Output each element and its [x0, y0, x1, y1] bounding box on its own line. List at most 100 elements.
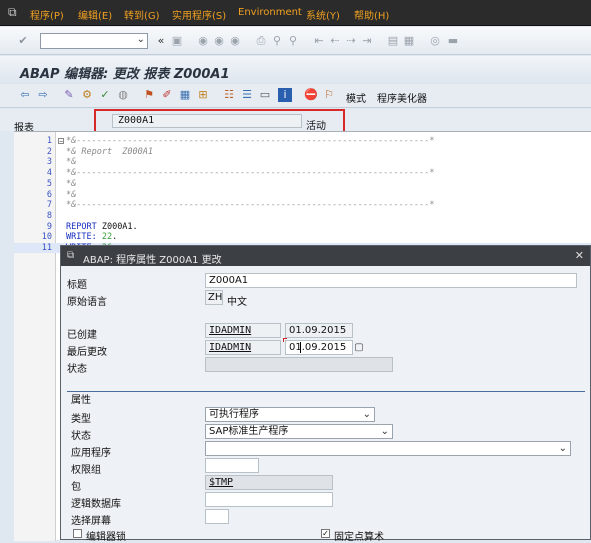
edit-lock-checkbox[interactable] [73, 529, 82, 538]
menu-program[interactable]: 程序(P) [30, 7, 64, 22]
command-field[interactable]: ⌄ [40, 33, 148, 49]
code-line[interactable]: 2 *& Report Z000A1 [14, 147, 591, 157]
code-comment: *&--------------------------------------… [66, 200, 435, 211]
navigation-window-icon[interactable]: ⊞ [196, 88, 210, 102]
menu-edit[interactable]: 编辑(E) [78, 7, 112, 22]
ldb-label: 逻辑数据库 [71, 499, 121, 510]
fixed-point-label: 固定点算术 [334, 532, 384, 543]
chevron-down-icon[interactable]: ⌄ [363, 408, 371, 421]
focus-marker [283, 338, 287, 342]
prev-page-icon[interactable]: ⇠ [328, 34, 342, 48]
menu-system[interactable]: 系统(Y) [306, 7, 340, 22]
dialog-title-bar: ⧉ ABAP: 程序属性 Z000A1 更改 ✕ [61, 246, 590, 266]
last-page-icon[interactable]: ⇥ [360, 34, 374, 48]
program-attributes-dialog: ⧉ ABAP: 程序属性 Z000A1 更改 ✕ 标题 Z000A1 原始语言 … [60, 245, 591, 543]
code-line[interactable]: 8 [14, 211, 591, 221]
application-toolbar: ⇦ ⇨ ✎ ⚙ ✓ ◍ ⚑ ✐ ▦ ⊞ ☷ ☰ ▭ i ⛔ ⚐ 模式 程序美化器 [0, 84, 591, 108]
cancel-icon[interactable]: ◉ [228, 34, 242, 48]
orig-lang-label: 原始语言 [67, 297, 107, 308]
type-select[interactable]: 可执行程序 ⌄ [205, 407, 375, 422]
activate-icon[interactable]: ◍ [116, 88, 130, 102]
exit-icon[interactable]: ◉ [212, 34, 226, 48]
session-breakpoint-icon[interactable]: ⚐ [322, 88, 336, 102]
arrow-left-icon[interactable]: ⇦ [18, 88, 32, 102]
line-number: 5 [46, 178, 52, 189]
back-icon[interactable]: ◉ [196, 34, 210, 48]
title-field[interactable]: Z000A1 [205, 273, 577, 288]
layout-icon[interactable]: ▬ [446, 34, 460, 48]
code-statement: REPORT Z000A1. [66, 222, 138, 232]
find-icon[interactable]: ⚲ [270, 34, 284, 48]
line-number: 7 [46, 200, 52, 211]
test-icon[interactable]: ⚑ [142, 88, 156, 102]
application-select[interactable]: ⌄ [205, 441, 571, 456]
insert-icon[interactable]: ▭ [258, 88, 272, 102]
title-label: 标题 [67, 280, 87, 291]
prog-status-label: 状态 [71, 431, 91, 442]
menu-bar: ⧉ 程序(P) 编辑(E) 转到(G) 实用程序(S) Environment … [0, 0, 591, 26]
code-line[interactable]: 5 *& [14, 179, 591, 189]
line-number: 6 [46, 189, 52, 200]
breakpoint-icon[interactable]: ⛔ [304, 88, 318, 102]
mode-button[interactable]: 模式 [346, 90, 366, 105]
fixed-point-checkbox[interactable]: ✓ [321, 529, 330, 538]
collapse-icon[interactable]: « [154, 34, 168, 48]
check-icon[interactable]: ✓ [98, 88, 112, 102]
hierarchy-icon[interactable]: ☷ [222, 88, 236, 102]
object-list-icon[interactable]: ▦ [178, 88, 192, 102]
text-caret [300, 342, 301, 353]
selection-screen-field[interactable] [205, 509, 229, 524]
auth-group-field[interactable] [205, 458, 259, 473]
pattern-icon[interactable]: ☰ [240, 88, 254, 102]
toggle-display-change-icon[interactable]: ✎ [62, 88, 76, 102]
shortcut-icon[interactable]: ▦ [402, 34, 416, 48]
fold-toggle-icon[interactable]: − [58, 138, 64, 145]
print-icon[interactable]: ⎙ [254, 34, 268, 48]
line-number: 1 [46, 136, 52, 146]
calendar-help-icon[interactable]: ▢ [353, 341, 365, 354]
changed-user: IDADMIN [205, 340, 281, 355]
code-rest: Z000A1. [96, 221, 138, 232]
code-line[interactable]: 9 REPORT Z000A1. [14, 222, 591, 232]
chevron-down-icon[interactable]: ⌄ [137, 34, 145, 45]
chevron-down-icon[interactable]: ⌄ [559, 442, 567, 455]
type-label: 类型 [71, 414, 91, 425]
menu-utilities[interactable]: 实用程序(S) [172, 7, 226, 22]
code-line[interactable]: 7 *&-------------------------------------… [14, 200, 591, 210]
help-icon[interactable]: ◎ [428, 34, 442, 48]
chevron-down-icon[interactable]: ⌄ [381, 425, 389, 438]
arrow-right-icon[interactable]: ⇨ [36, 88, 50, 102]
system-menu-icon[interactable]: ⧉ [8, 5, 22, 19]
standard-toolbar: ✔ ⌄ « ▣ ◉ ◉ ◉ ⎙ ⚲ ⚲ ⇤ ⇠ ⇢ ⇥ ▤ ▦ ◎ ▬ [0, 27, 591, 55]
menu-environment[interactable]: Environment [238, 7, 302, 18]
dialog-icon: ⧉ [67, 250, 75, 261]
type-select-value: 可执行程序 [209, 409, 259, 420]
enter-icon[interactable]: ✔ [16, 34, 30, 48]
info-icon[interactable]: i [278, 88, 292, 102]
code-line[interactable]: 1− *&------------------------------------… [14, 136, 591, 146]
menu-goto[interactable]: 转到(G) [124, 7, 160, 22]
menu-help[interactable]: 帮助(H) [354, 7, 389, 22]
save-icon[interactable]: ▣ [170, 34, 184, 48]
edit-lock-label: 编辑器锁 [86, 532, 126, 543]
attributes-group: 属性 类型 可执行程序 ⌄ 状态 SAP标准生产程序 ⌄ 应用程序 ⌄ 权限组 … [67, 391, 585, 543]
changed-date-field[interactable]: 01.09.2015 [285, 340, 353, 355]
code-line[interactable]: 10 WRITE: 22. [14, 232, 591, 242]
code-line[interactable]: 6 *& [14, 190, 591, 200]
orig-lang-name: 中文 [227, 297, 247, 308]
code-line[interactable]: 3 *& [14, 157, 591, 167]
package-label: 包 [71, 482, 81, 493]
other-object-icon[interactable]: ⚙ [80, 88, 94, 102]
prog-status-select-value: SAP标准生产程序 [209, 426, 289, 437]
ldb-field[interactable] [205, 492, 333, 507]
code-comment: *& Report Z000A1 [66, 146, 153, 157]
where-used-icon[interactable]: ✐ [160, 88, 174, 102]
find-next-icon[interactable]: ⚲ [286, 34, 300, 48]
pretty-printer-button[interactable]: 程序美化器 [377, 90, 427, 105]
close-icon[interactable]: ✕ [575, 249, 584, 262]
next-page-icon[interactable]: ⇢ [344, 34, 358, 48]
prog-status-select[interactable]: SAP标准生产程序 ⌄ [205, 424, 393, 439]
new-session-icon[interactable]: ▤ [386, 34, 400, 48]
code-line[interactable]: 4 *&-------------------------------------… [14, 168, 591, 178]
first-page-icon[interactable]: ⇤ [312, 34, 326, 48]
